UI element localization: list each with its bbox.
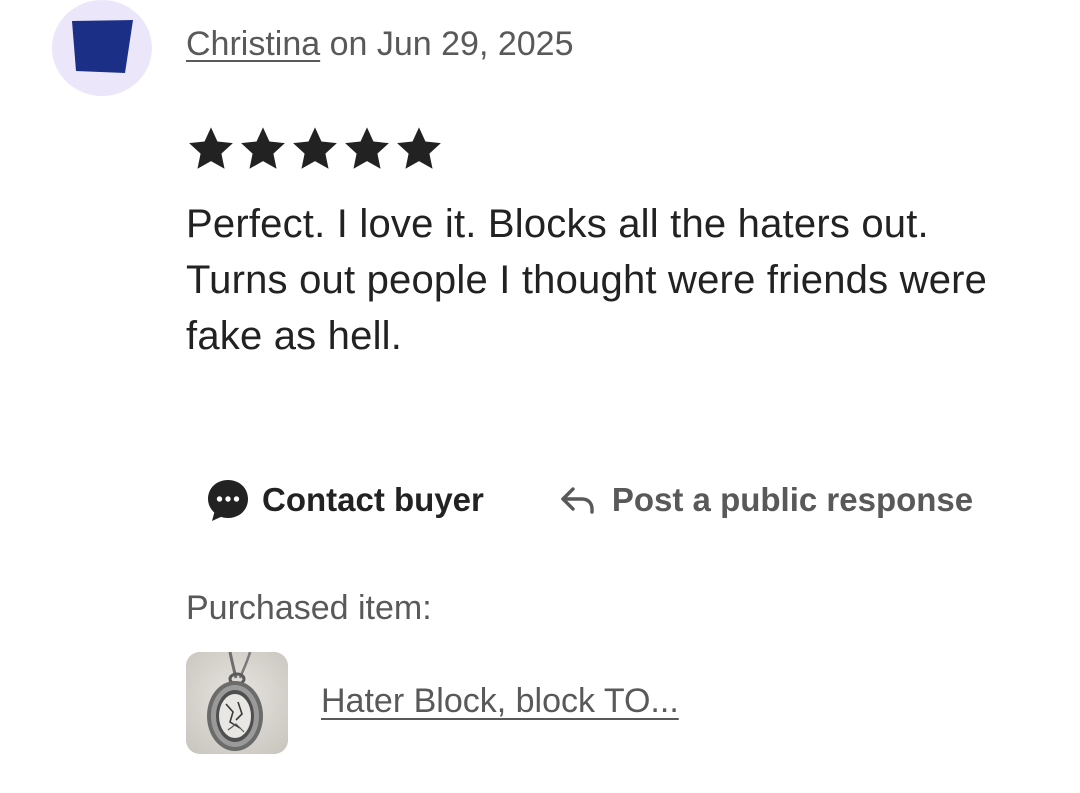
post-public-response-button[interactable]: Post a public response	[558, 480, 973, 520]
avatar-image	[72, 20, 133, 73]
chat-bubble-icon	[208, 480, 248, 521]
pendant-image	[186, 652, 288, 754]
review-actions: Contact buyer Post a public response	[206, 474, 973, 526]
purchased-item-label: Purchased item:	[186, 589, 432, 627]
star-rating	[186, 124, 444, 176]
star-icon	[241, 127, 285, 169]
contact-buyer-label: Contact buyer	[262, 481, 484, 518]
star-icon	[189, 127, 233, 169]
reply-arrow-icon	[561, 487, 594, 514]
review-date: on Jun 29, 2025	[320, 25, 574, 63]
star-icon	[293, 127, 337, 169]
star-icon	[345, 127, 389, 169]
avatar[interactable]	[52, 0, 152, 96]
review-text: Perfect. I love it. Blocks all the hater…	[186, 202, 988, 358]
purchased-item-link[interactable]: Hater Block, block TO...	[321, 681, 679, 721]
review-card: Christina on Jun 29, 2025 Perfect. I lov…	[0, 0, 1080, 793]
contact-buyer-button[interactable]: Contact buyer	[206, 478, 484, 522]
star-icon	[397, 127, 441, 169]
post-public-response-label: Post a public response	[611, 481, 974, 518]
reviewer-name-link[interactable]: Christina	[186, 25, 320, 63]
review-header: Christina on Jun 29, 2025	[186, 24, 574, 64]
purchased-item-thumbnail[interactable]	[186, 652, 288, 754]
